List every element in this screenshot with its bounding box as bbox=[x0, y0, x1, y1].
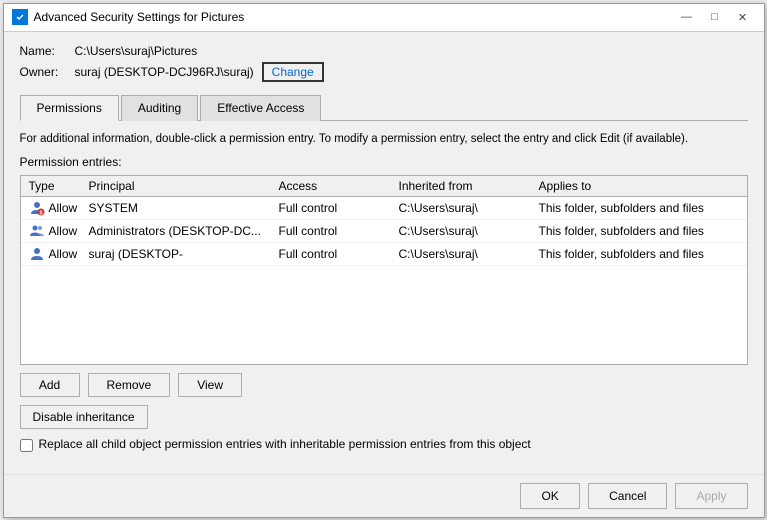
name-label: Name: bbox=[20, 44, 75, 58]
table-row[interactable]: S Allow SYSTEM Full control C:\Users\sur… bbox=[21, 197, 747, 220]
owner-value: suraj (DESKTOP-DCJ96RJ\suraj) bbox=[75, 65, 254, 79]
window-title: Advanced Security Settings for Pictures bbox=[34, 10, 674, 24]
replace-checkbox-label: Replace all child object permission entr… bbox=[39, 437, 531, 451]
change-button[interactable]: Change bbox=[262, 62, 324, 82]
tab-auditing[interactable]: Auditing bbox=[121, 95, 198, 121]
action-buttons: Add Remove View bbox=[20, 373, 748, 397]
cancel-button[interactable]: Cancel bbox=[588, 483, 667, 509]
group-icon bbox=[29, 223, 45, 239]
main-window: Advanced Security Settings for Pictures … bbox=[3, 3, 765, 518]
col-type: Type bbox=[25, 179, 85, 193]
row0-applies: This folder, subfolders and files bbox=[535, 201, 743, 215]
row2-principal: suraj (DESKTOP- bbox=[85, 247, 275, 261]
col-access: Access bbox=[275, 179, 395, 193]
user-icon bbox=[29, 246, 45, 262]
row2-inherited: C:\Users\suraj\ bbox=[395, 247, 535, 261]
tab-effective-access[interactable]: Effective Access bbox=[200, 95, 321, 121]
view-button[interactable]: View bbox=[178, 373, 242, 397]
row2-access: Full control bbox=[275, 247, 395, 261]
ok-button[interactable]: OK bbox=[520, 483, 580, 509]
user-icon: S bbox=[29, 200, 45, 216]
owner-label: Owner: bbox=[20, 65, 75, 79]
apply-button[interactable]: Apply bbox=[675, 483, 747, 509]
remove-button[interactable]: Remove bbox=[88, 373, 171, 397]
col-inherited: Inherited from bbox=[395, 179, 535, 193]
disable-inheritance-button[interactable]: Disable inheritance bbox=[20, 405, 148, 429]
col-applies: Applies to bbox=[535, 179, 743, 193]
tabs-container: Permissions Auditing Effective Access bbox=[20, 94, 748, 121]
window-icon bbox=[12, 9, 28, 25]
description-text: For additional information, double-click… bbox=[20, 131, 748, 147]
bottom-section: Add Remove View Disable inheritance Repl… bbox=[20, 373, 748, 462]
table-row[interactable]: Allow Administrators (DESKTOP-DC... Full… bbox=[21, 220, 747, 243]
window-controls: — □ ✕ bbox=[674, 7, 756, 27]
dialog-buttons: OK Cancel Apply bbox=[4, 474, 764, 517]
permissions-table: Type Principal Access Inherited from App… bbox=[20, 175, 748, 365]
row1-inherited: C:\Users\suraj\ bbox=[395, 224, 535, 238]
row0-principal: SYSTEM bbox=[85, 201, 275, 215]
add-button[interactable]: Add bbox=[20, 373, 80, 397]
row1-applies: This folder, subfolders and files bbox=[535, 224, 743, 238]
replace-checkbox-row: Replace all child object permission entr… bbox=[20, 437, 748, 452]
col-principal: Principal bbox=[85, 179, 275, 193]
row1-principal: Administrators (DESKTOP-DC... bbox=[85, 224, 275, 238]
row2-applies: This folder, subfolders and files bbox=[535, 247, 743, 261]
table-row[interactable]: Allow suraj (DESKTOP- Full control C:\Us… bbox=[21, 243, 747, 266]
section-label: Permission entries: bbox=[20, 155, 748, 169]
name-row: Name: C:\Users\suraj\Pictures bbox=[20, 44, 748, 58]
row1-access: Full control bbox=[275, 224, 395, 238]
name-value: C:\Users\suraj\Pictures bbox=[75, 44, 198, 58]
maximize-button[interactable]: □ bbox=[702, 7, 728, 27]
row0-type: S Allow bbox=[25, 200, 85, 216]
row0-access: Full control bbox=[275, 201, 395, 215]
title-bar: Advanced Security Settings for Pictures … bbox=[4, 4, 764, 32]
replace-checkbox[interactable] bbox=[20, 439, 33, 452]
row1-type: Allow bbox=[25, 223, 85, 239]
table-header: Type Principal Access Inherited from App… bbox=[21, 176, 747, 197]
row0-inherited: C:\Users\suraj\ bbox=[395, 201, 535, 215]
minimize-button[interactable]: — bbox=[674, 7, 700, 27]
row2-type: Allow bbox=[25, 246, 85, 262]
dialog-content: Name: C:\Users\suraj\Pictures Owner: sur… bbox=[4, 32, 764, 474]
tab-permissions[interactable]: Permissions bbox=[20, 95, 119, 121]
owner-row: Owner: suraj (DESKTOP-DCJ96RJ\suraj) Cha… bbox=[20, 62, 748, 82]
close-button[interactable]: ✕ bbox=[730, 7, 756, 27]
